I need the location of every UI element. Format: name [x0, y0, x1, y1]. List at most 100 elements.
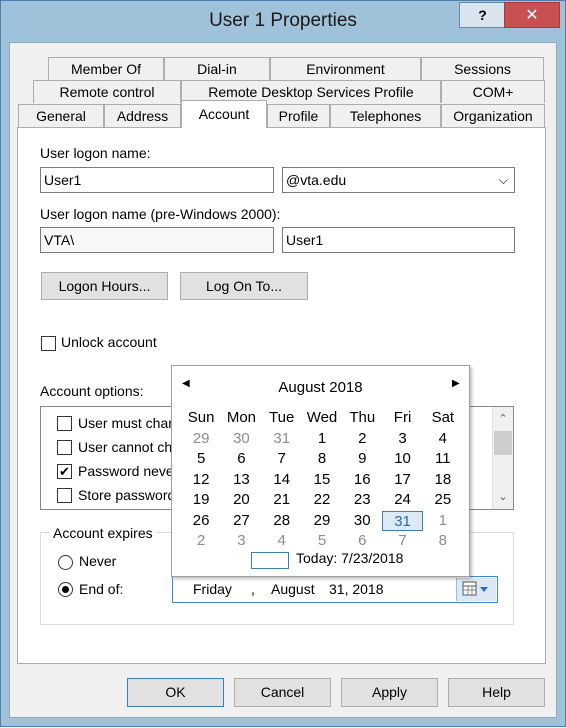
today-marker	[251, 552, 289, 569]
calendar-day[interactable]: 3	[382, 429, 422, 450]
scroll-up-icon[interactable]: ⌃	[493, 409, 513, 429]
domain-select[interactable]: @vta.edu ⌵	[282, 167, 515, 193]
option-label: User cannot ch	[78, 439, 173, 455]
end-of-radio[interactable]	[58, 582, 73, 597]
domain-value: @vta.edu	[286, 172, 347, 188]
scroll-down-icon[interactable]: ⌄	[493, 487, 513, 507]
calendar-day[interactable]: 2	[342, 429, 382, 450]
calendar-day[interactable]: 7	[382, 531, 422, 552]
weekday-label: Wed	[306, 409, 338, 426]
calendar-day[interactable]: 2	[181, 531, 221, 552]
calendar-day[interactable]: 31	[262, 429, 302, 450]
calendar-day[interactable]: 16	[342, 470, 382, 491]
calendar-day[interactable]: 6	[221, 449, 261, 470]
account-expires-label: Account expires	[49, 525, 157, 541]
option-checkbox[interactable]	[57, 416, 72, 431]
log-on-to-button[interactable]: Log On To...	[180, 272, 308, 300]
calendar-day[interactable]: 24	[382, 490, 422, 511]
weekday-label: Tue	[269, 409, 295, 426]
calendar-day[interactable]: 5	[181, 449, 221, 470]
calendar-day[interactable]: 1	[423, 511, 463, 532]
calendar-day[interactable]: 25	[423, 490, 463, 511]
unlock-account-checkbox[interactable]	[41, 336, 56, 351]
calendar-day[interactable]: 27	[221, 511, 261, 532]
calendar-day[interactable]: 30	[342, 511, 382, 532]
calendar-day[interactable]: 28	[262, 511, 302, 532]
pre2000-label: User logon name (pre-Windows 2000):	[40, 206, 281, 222]
calendar-day[interactable]: 14	[262, 470, 302, 491]
option-checkbox[interactable]	[57, 488, 72, 503]
calendar-day[interactable]: 5	[302, 531, 342, 552]
options-scrollbar[interactable]: ⌃ ⌄	[492, 407, 513, 509]
calendar-day[interactable]: 12	[181, 470, 221, 491]
option-checkbox[interactable]	[57, 440, 72, 455]
calendar-day[interactable]: 20	[221, 490, 261, 511]
date-day-year: 31, 2018	[329, 581, 384, 597]
calendar-day[interactable]: 15	[302, 470, 342, 491]
account-options-label: Account options:	[40, 383, 144, 399]
calendar-week-row: 29 30 31 1 2 3 4	[181, 429, 463, 450]
weekday-label: Thu	[349, 409, 376, 426]
calendar-week-row: 5 6 7 8 9 10 11	[181, 449, 463, 470]
option-label: User must char	[78, 415, 173, 431]
help-button[interactable]: Help	[448, 678, 545, 707]
calendar-day[interactable]: 9	[342, 449, 382, 470]
calendar-day[interactable]: 1	[302, 429, 342, 450]
radio-dot	[62, 586, 69, 593]
calendar-day[interactable]: 18	[423, 470, 463, 491]
properties-window: User 1 Properties ? ✕ Member Of Dial-in …	[0, 0, 566, 727]
calendar-day[interactable]: 30	[221, 429, 261, 450]
account-content: User logon name: User1 @vta.edu ⌵ User l…	[1, 1, 566, 728]
calendar-day[interactable]: 21	[262, 490, 302, 511]
calendar-day[interactable]: 23	[342, 490, 382, 511]
date-separator: ,	[251, 581, 255, 597]
calendar-day[interactable]: 29	[302, 511, 342, 532]
calendar-day[interactable]: 22	[302, 490, 342, 511]
pre2000-user-input[interactable]: User1	[282, 227, 515, 253]
calendar-day[interactable]: 7	[262, 449, 302, 470]
logon-name-input[interactable]: User1	[40, 167, 274, 193]
next-month-icon[interactable]: ▶	[452, 378, 460, 389]
weekday-label: Mon	[226, 409, 257, 426]
calendar-day[interactable]: 4	[423, 429, 463, 450]
calendar-day[interactable]: 11	[423, 449, 463, 470]
weekday-header-row: Sun Mon Tue Wed Thu Fri Sat	[181, 408, 463, 429]
logon-name-label: User logon name:	[40, 145, 151, 161]
pre2000-domain-field: VTA\	[40, 227, 274, 253]
calendar-day[interactable]: 26	[181, 511, 221, 532]
ok-button[interactable]: OK	[127, 678, 224, 707]
date-month: August	[271, 581, 315, 597]
calendar-day[interactable]: 4	[262, 531, 302, 552]
expiry-date-picker[interactable]: Friday , August 31, 2018	[172, 576, 498, 603]
scroll-thumb[interactable]	[494, 431, 512, 455]
calendar-day[interactable]: 13	[221, 470, 261, 491]
calendar-grid: Sun Mon Tue Wed Thu Fri Sat 29 30 31 1 2 3 4 5 6 7 8 9 10 11…	[181, 408, 463, 552]
calendar-day[interactable]: 19	[181, 490, 221, 511]
calendar-day[interactable]: 29	[181, 429, 221, 450]
calendar-month-label[interactable]: August 2018	[172, 379, 469, 396]
calendar-week-row: 19 20 21 22 23 24 25	[181, 490, 463, 511]
calendar-day[interactable]: 31	[382, 510, 423, 531]
logon-hours-button[interactable]: Logon Hours...	[41, 272, 168, 300]
apply-button[interactable]: Apply	[341, 678, 438, 707]
date-day: Friday	[193, 581, 232, 597]
unlock-account-label: Unlock account	[61, 334, 157, 350]
weekday-label: Sun	[187, 409, 215, 426]
month-calendar-popup[interactable]: ◀ August 2018 ▶ Sun Mon Tue Wed Thu Fri Sat 29 3…	[171, 365, 470, 577]
calendar-day[interactable]: 8	[423, 531, 463, 552]
never-radio[interactable]	[58, 555, 73, 570]
option-checkbox-checked[interactable]: ✔	[57, 464, 72, 479]
weekday-label: Sat	[431, 409, 455, 426]
calendar-day[interactable]: 6	[342, 531, 382, 552]
weekday-label: Fri	[393, 409, 412, 426]
today-link[interactable]: Today: 7/23/2018	[296, 550, 403, 566]
calendar-icon	[462, 581, 488, 596]
calendar-dropdown-button[interactable]	[456, 578, 496, 601]
option-label: Store password	[78, 487, 176, 503]
calendar-day[interactable]: 8	[302, 449, 342, 470]
calendar-day[interactable]: 17	[382, 470, 422, 491]
never-label: Never	[79, 553, 117, 569]
calendar-day[interactable]: 10	[382, 449, 422, 470]
calendar-day[interactable]: 3	[221, 531, 261, 552]
cancel-button[interactable]: Cancel	[234, 678, 331, 707]
